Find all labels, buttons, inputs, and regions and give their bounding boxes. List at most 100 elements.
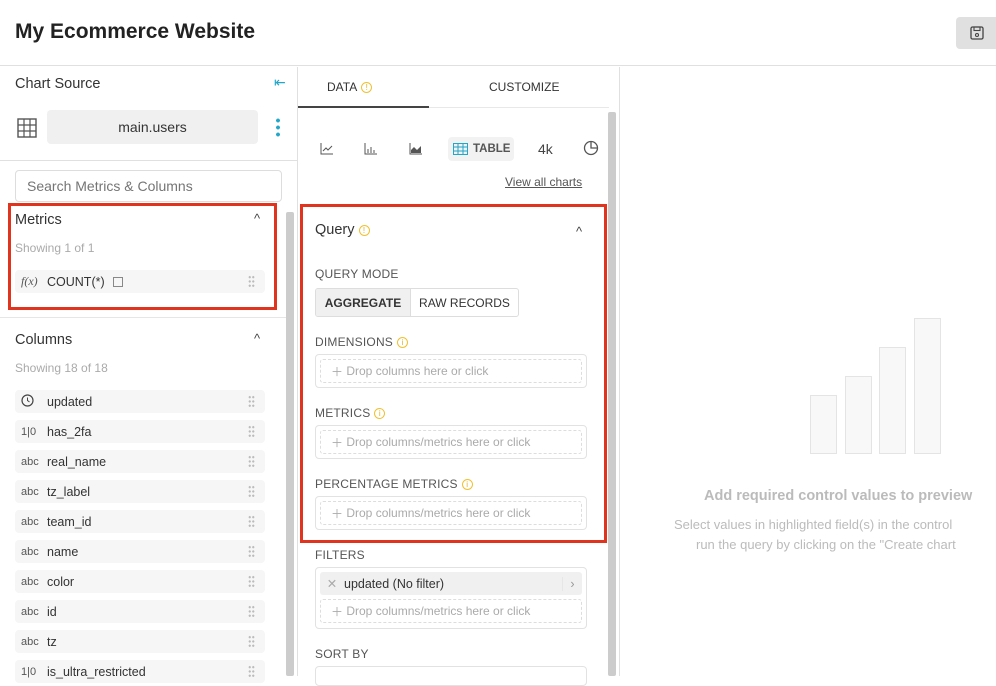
string-type-icon: abc <box>21 545 39 558</box>
search-metrics-input[interactable] <box>15 170 282 202</box>
string-type-icon: abc <box>21 605 39 618</box>
dataset-selector[interactable]: main.users <box>47 110 258 144</box>
drag-handle-icon[interactable] <box>248 515 255 528</box>
divider <box>0 317 286 318</box>
chevron-right-icon[interactable]: › <box>562 576 582 591</box>
column-item[interactable]: abc real_name <box>15 450 265 473</box>
sort-by-box[interactable] <box>315 666 587 686</box>
info-icon: i <box>374 408 386 419</box>
tab-label: DATA <box>327 80 358 94</box>
dropzone-placeholder: Drop columns/metrics here or click <box>346 506 531 520</box>
metric-name: COUNT(*) <box>47 274 105 289</box>
dropzone-placeholder: Drop columns/metrics here or click <box>346 604 531 618</box>
aggregate-mode-button[interactable]: AGGREGATE <box>316 289 411 316</box>
view-all-charts-link[interactable]: View all charts <box>505 175 582 189</box>
middle-scrollbar[interactable] <box>608 112 616 676</box>
sort-by-label: SORT BY <box>315 647 369 661</box>
query-section-title: Query! <box>315 222 370 238</box>
page-title: My Ecommerce Website <box>15 20 256 43</box>
drag-handle-icon[interactable] <box>248 275 255 288</box>
left-scrollbar[interactable] <box>286 212 294 676</box>
placeholder-bar <box>879 347 906 454</box>
warning-icon: ! <box>361 82 373 93</box>
save-button[interactable] <box>956 17 996 49</box>
placeholder-bar <box>845 376 872 454</box>
drag-handle-icon[interactable] <box>248 665 255 678</box>
table-icon <box>453 143 468 155</box>
info-icon: i <box>461 479 473 490</box>
string-type-icon: abc <box>21 575 39 588</box>
line-chart-icon[interactable] <box>320 142 334 155</box>
placeholder-bar <box>914 318 941 454</box>
big-number-chart-button[interactable]: 4k <box>538 141 553 157</box>
bar-chart-icon[interactable] <box>364 142 378 155</box>
string-type-icon: abc <box>21 515 39 528</box>
table-chart-button[interactable]: TABLE <box>448 137 514 161</box>
empty-state-line1: Select values in highlighted field(s) in… <box>674 517 953 532</box>
drag-handle-icon[interactable] <box>248 545 255 558</box>
area-chart-icon[interactable] <box>409 142 423 155</box>
column-name: updated <box>47 394 93 409</box>
metrics-count: Showing 1 of 1 <box>15 241 95 255</box>
column-name: id <box>47 604 57 619</box>
clock-icon <box>15 393 47 410</box>
column-item[interactable]: abc id <box>15 600 265 623</box>
dropzone-placeholder: Drop columns here or click <box>346 364 489 378</box>
query-mode-label: QUERY MODE <box>315 267 399 281</box>
drag-handle-icon[interactable] <box>248 395 255 408</box>
raw-records-mode-button[interactable]: RAW RECORDS <box>411 289 518 316</box>
function-icon: f(x) <box>21 274 38 288</box>
empty-state-title: Add required control values to preview <box>704 488 973 504</box>
dropzone-placeholder: Drop columns/metrics here or click <box>346 435 531 449</box>
metrics-label: METRICS i <box>315 406 386 420</box>
percentage-metrics-label: PERCENTAGE METRICS i <box>315 477 473 491</box>
chevron-up-icon[interactable]: ^ <box>576 224 582 239</box>
dimensions-label: DIMENSIONS i <box>315 335 409 349</box>
column-item[interactable]: abc name <box>15 540 265 563</box>
string-type-icon: abc <box>21 455 39 468</box>
tab-data[interactable]: DATA! <box>327 80 373 94</box>
empty-state-line2: run the query by clicking on the "Create… <box>696 537 956 552</box>
chevron-up-icon[interactable]: ^ <box>254 211 260 226</box>
info-icon: i <box>397 337 409 348</box>
remove-filter-icon[interactable]: ✕ <box>320 576 344 591</box>
column-item[interactable]: 1|0 is_ultra_restricted <box>15 660 265 683</box>
table-icon <box>17 118 37 138</box>
column-item[interactable]: 1|0 has_2fa <box>15 420 265 443</box>
collapse-panel-icon[interactable]: ⇤ <box>274 74 286 91</box>
drag-handle-icon[interactable] <box>248 425 255 438</box>
filters-dropzone[interactable]: ＋ Drop columns/metrics here or click <box>320 599 582 623</box>
column-item[interactable]: abc color <box>15 570 265 593</box>
metric-item[interactable]: f(x) COUNT(*) <box>15 270 265 293</box>
drag-handle-icon[interactable] <box>248 485 255 498</box>
chevron-up-icon[interactable]: ^ <box>254 331 260 346</box>
pie-chart-icon[interactable] <box>583 140 599 156</box>
string-type-icon: abc <box>21 485 39 498</box>
dimensions-dropzone[interactable]: ＋ Drop columns here or click <box>315 354 587 388</box>
tab-customize[interactable]: CUSTOMIZE <box>489 80 559 94</box>
floppy-disk-icon <box>970 26 984 40</box>
table-label: TABLE <box>473 143 511 155</box>
drag-handle-icon[interactable] <box>248 635 255 648</box>
metrics-dropzone[interactable]: ＋ Drop columns/metrics here or click <box>315 425 587 459</box>
label-text: PERCENTAGE METRICS <box>315 477 458 491</box>
filters-box: ✕ updated (No filter) › ＋ Drop columns/met… <box>315 567 587 629</box>
tab-divider <box>429 107 609 108</box>
column-name: real_name <box>47 454 107 469</box>
column-item[interactable]: updated <box>15 390 265 413</box>
chart-source-label: Chart Source <box>15 76 101 92</box>
drag-handle-icon[interactable] <box>248 575 255 588</box>
percentage-metrics-dropzone[interactable]: ＋ Drop columns/metrics here or click <box>315 496 587 530</box>
label-text: METRICS <box>315 406 371 420</box>
column-name: has_2fa <box>47 424 92 439</box>
filter-item[interactable]: ✕ updated (No filter) › <box>320 572 582 595</box>
column-item[interactable]: abc tz <box>15 630 265 653</box>
columns-count: Showing 18 of 18 <box>15 361 108 375</box>
column-item[interactable]: abc team_id <box>15 510 265 533</box>
drag-handle-icon[interactable] <box>248 605 255 618</box>
string-type-icon: abc <box>21 635 39 648</box>
column-item[interactable]: abc tz_label <box>15 480 265 503</box>
drag-handle-icon[interactable] <box>248 455 255 468</box>
more-options-icon[interactable] <box>276 117 280 137</box>
boolean-type-icon: 1|0 <box>21 425 37 438</box>
